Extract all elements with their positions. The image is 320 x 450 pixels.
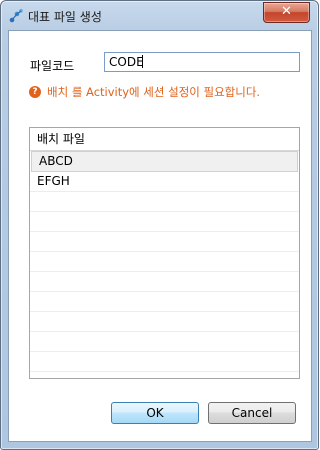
warning-text: 배치 를 Activity에 세션 설정이 필요합니다. bbox=[47, 85, 261, 99]
code-input-value: CODE bbox=[109, 55, 144, 69]
empty-row bbox=[30, 312, 299, 332]
batch-file-list[interactable]: 배치 파일 ABCD EFGH bbox=[29, 127, 300, 379]
empty-row bbox=[30, 232, 299, 252]
empty-row bbox=[30, 192, 299, 212]
empty-row bbox=[30, 292, 299, 312]
code-input[interactable]: CODE bbox=[104, 52, 300, 72]
empty-row bbox=[30, 372, 299, 378]
list-item[interactable]: EFGH bbox=[30, 172, 299, 192]
window-title: 대표 파일 생성 bbox=[28, 10, 102, 24]
ok-button[interactable]: OK bbox=[111, 402, 199, 424]
warning-message: ? 배치 를 Activity에 세션 설정이 필요합니다. bbox=[29, 84, 260, 100]
title-bar[interactable]: 대표 파일 생성 ✕ bbox=[1, 1, 318, 29]
app-icon bbox=[9, 9, 23, 23]
empty-row bbox=[30, 332, 299, 352]
empty-row bbox=[30, 252, 299, 272]
warning-icon: ? bbox=[29, 86, 41, 98]
empty-row bbox=[30, 352, 299, 372]
text-caret bbox=[141, 55, 143, 68]
dialog-window: 대표 파일 생성 ✕ 파일코드 CODE ? 배치 를 Activity에 세션… bbox=[0, 0, 319, 450]
empty-row bbox=[30, 272, 299, 292]
list-item[interactable]: ABCD bbox=[31, 151, 298, 172]
dialog-content: 파일코드 CODE ? 배치 를 Activity에 세션 설정이 필요합니다.… bbox=[8, 30, 312, 442]
cancel-button[interactable]: Cancel bbox=[208, 402, 296, 424]
list-header[interactable]: 배치 파일 bbox=[30, 128, 299, 151]
close-icon: ✕ bbox=[281, 4, 292, 19]
code-label: 파일코드 bbox=[30, 59, 75, 73]
close-button[interactable]: ✕ bbox=[263, 2, 310, 23]
empty-row bbox=[30, 212, 299, 232]
